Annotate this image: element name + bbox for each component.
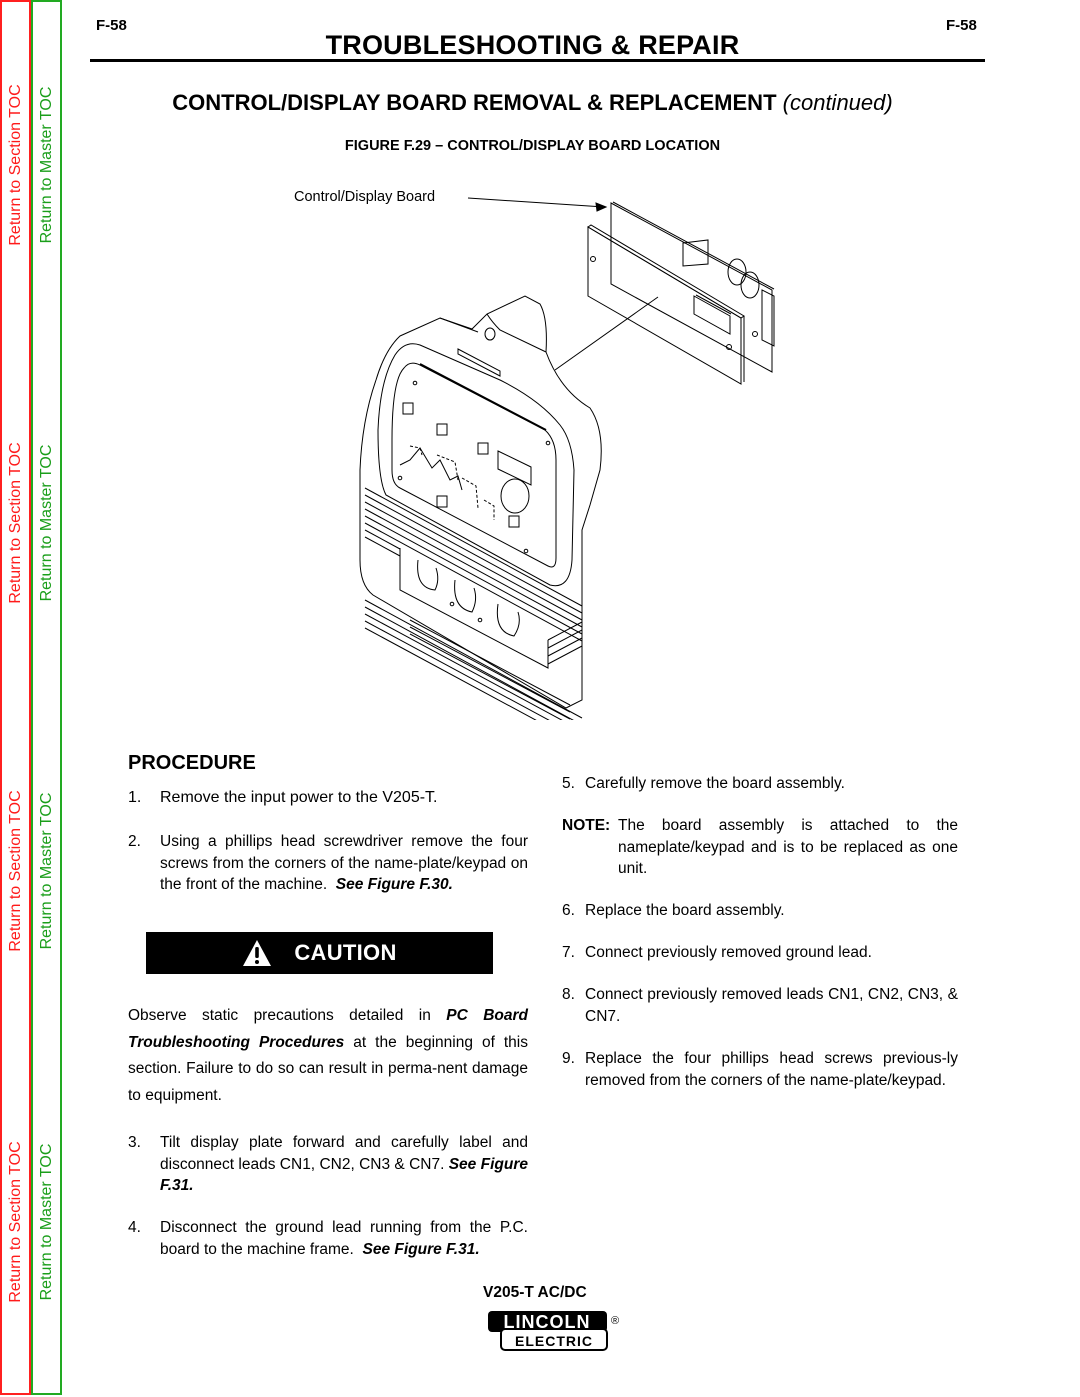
step-number: 1.	[128, 789, 142, 806]
figure-caption: FIGURE F.29 – CONTROL/DISPLAY BOARD LOCA…	[344, 138, 721, 154]
return-to-master-toc-link[interactable]: Return to Master TOC	[38, 87, 56, 244]
caution-banner: CAUTION	[146, 932, 493, 974]
return-to-master-toc-link[interactable]: Return to Master TOC	[38, 1144, 56, 1301]
procedure-step: 2. Using a phillips head screwdriver rem…	[128, 831, 528, 896]
step-text: Disconnect the ground lead running from …	[160, 1219, 528, 1258]
page-title-main: CONTROL/DISPLAY BOARD REMOVAL & REPLACEM…	[172, 90, 777, 115]
return-to-master-toc-link[interactable]: Return to Master TOC	[38, 445, 56, 602]
figure-reference-link[interactable]: See Figure F.31.	[362, 1241, 479, 1258]
procedure-step: 4. Disconnect the ground lead running fr…	[128, 1217, 528, 1260]
return-to-section-toc-link[interactable]: Return to Section TOC	[7, 790, 25, 951]
page-title-continued: (continued)	[782, 90, 893, 115]
master-toc-bar: Return to Master TOC Return to Master TO…	[31, 0, 62, 1395]
lincoln-electric-logo: LINCOLN ELECTRIC ®	[488, 1311, 619, 1351]
welder-machine-body	[359, 295, 602, 720]
step-text: Using a phillips head screwdriver remove…	[160, 833, 528, 893]
control-board-location-illustration	[359, 197, 775, 720]
procedure-step: 7. Connect previously removed ground lea…	[562, 942, 958, 964]
step-text: Connect previously removed ground lead.	[585, 944, 872, 961]
figure-reference-link[interactable]: See Figure F.30.	[336, 876, 453, 893]
procedure-step: 9. Replace the four phillips head screws…	[562, 1048, 958, 1091]
procedure-step: 6. Replace the board assembly.	[562, 900, 958, 922]
procedure-step: 5. Carefully remove the board assembly.	[562, 773, 958, 795]
section-title: TROUBLESHOOTING & REPAIR	[325, 30, 740, 60]
step-text: Tilt display plate forward and carefully…	[160, 1134, 528, 1194]
logo-brand-bottom: ELECTRIC	[515, 1333, 593, 1349]
warning-triangle-icon	[243, 940, 272, 966]
step-number: 7.	[562, 944, 575, 961]
caution-text: Observe static precautions detailed in P…	[128, 1007, 529, 1104]
return-to-section-toc-link[interactable]: Return to Section TOC	[7, 84, 25, 245]
step-number: 6.	[562, 902, 575, 919]
return-to-section-toc-link[interactable]: Return to Section TOC	[7, 442, 25, 603]
lower-vent-grille	[364, 599, 583, 720]
model-name: V205-T AC/DC	[483, 1284, 587, 1301]
section-toc-bar: Return to Section TOC Return to Section …	[0, 0, 31, 1395]
procedure-heading: PROCEDURE	[128, 752, 256, 774]
callout-arrow	[467, 197, 608, 212]
step-number: 8.	[562, 986, 575, 1003]
note-block: NOTE: The board assembly is attached to …	[562, 815, 958, 880]
return-to-master-toc-link[interactable]: Return to Master TOC	[38, 793, 56, 950]
caution-label: CAUTION	[294, 940, 397, 965]
step-text: Connect previously removed leads CN1, CN…	[585, 986, 958, 1025]
note-text: The board assembly is attached to the na…	[618, 817, 958, 877]
logo-brand-top: LINCOLN	[504, 1312, 591, 1332]
control-display-board	[554, 201, 775, 385]
procedure-step: 1. Remove the input power to the V205-T.	[128, 789, 528, 807]
step-text: Remove the input power to the V205-T.	[160, 789, 438, 806]
step-number: 4.	[128, 1219, 141, 1236]
note-label: NOTE:	[562, 817, 611, 834]
return-to-section-toc-link[interactable]: Return to Section TOC	[7, 1141, 25, 1302]
registered-mark: ®	[611, 1315, 619, 1327]
page-title: CONTROL/DISPLAY BOARD REMOVAL & REPLACEM…	[80, 90, 985, 116]
step-number: 3.	[128, 1134, 141, 1151]
step-text: Replace the board assembly.	[585, 902, 785, 919]
step-number: 9.	[562, 1050, 575, 1067]
step-text: Carefully remove the board assembly.	[585, 775, 845, 792]
step-number: 5.	[562, 775, 575, 792]
step-number: 2.	[128, 833, 141, 850]
procedure-step: 3. Tilt display plate forward and carefu…	[128, 1132, 528, 1197]
step-text: Replace the four phillips head screws pr…	[585, 1050, 958, 1089]
header-divider	[90, 59, 985, 62]
procedure-step: 8. Connect previously removed leads CN1,…	[562, 984, 958, 1027]
